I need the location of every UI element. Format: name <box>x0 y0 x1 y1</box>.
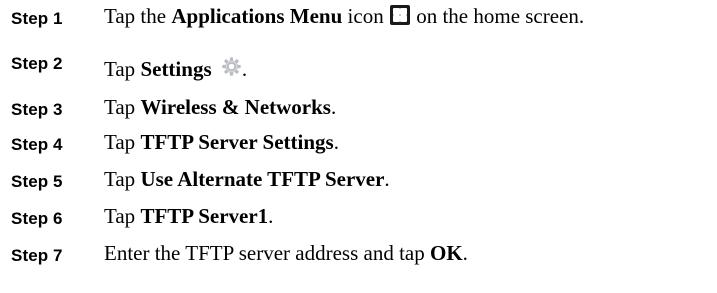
instruction-text: . <box>330 95 337 119</box>
step-instruction: Tap TFTP Server Settings. <box>104 130 339 155</box>
ui-element-name: Applications Menu <box>171 4 343 28</box>
step-row: Step 1 Tap the Applications Menu icon on … <box>0 4 717 45</box>
step-instruction: Tap the Applications Menu icon on the ho… <box>104 4 584 29</box>
step-label: Step 1 <box>11 9 63 28</box>
instruction-text: Enter the TFTP server address and tap <box>104 241 430 265</box>
step-instruction: Enter the TFTP server address and tap OK… <box>104 241 468 266</box>
instruction-text: . <box>384 167 390 191</box>
instruction-text: . <box>268 204 274 228</box>
step-label: Step 6 <box>11 209 63 228</box>
instruction-text: Tap <box>104 57 141 81</box>
step-label: Step 2 <box>11 54 63 73</box>
gear-icon <box>221 56 242 83</box>
instruction-text: Tap <box>104 95 141 119</box>
step-label: Step 3 <box>11 100 63 119</box>
step-label: Step 4 <box>11 135 63 154</box>
step-instruction: Tap Use Alternate TFTP Server. <box>104 167 390 192</box>
instruction-text: . <box>462 241 468 265</box>
instruction-text: . <box>333 130 339 154</box>
instruction-text <box>212 57 217 81</box>
step-row: Step 2 Tap Settings . <box>0 54 717 90</box>
step-row: Step 7 Enter the TFTP server address and … <box>0 241 717 282</box>
instruction-text: Tap <box>104 130 141 154</box>
ui-element-name: Settings <box>140 57 212 81</box>
step-instruction: Tap TFTP Server1. <box>104 204 273 229</box>
instruction-text: icon <box>342 4 389 28</box>
ui-element-name: Use Alternate TFTP Server <box>140 167 385 191</box>
ui-element-name: OK <box>430 241 463 265</box>
instruction-text: . <box>241 57 248 81</box>
ui-element-name: TFTP Server Settings <box>140 130 334 154</box>
step-label: Step 7 <box>11 246 63 265</box>
step-row: Step 4 Tap TFTP Server Settings. <box>0 130 717 171</box>
applications-menu-icon <box>389 5 410 25</box>
instruction-text: Tap the <box>104 4 172 28</box>
step-row: Step 5 Tap Use Alternate TFTP Server. <box>0 167 717 208</box>
instruction-text: Tap <box>104 167 141 191</box>
instruction-text: Tap <box>104 204 141 228</box>
ui-element-name: Wireless & Networks <box>140 95 331 119</box>
ui-element-name: TFTP Server1 <box>140 204 269 228</box>
step-row: Step 6 Tap TFTP Server1. <box>0 204 717 245</box>
step-label: Step 5 <box>11 172 63 191</box>
step-instruction: Tap Wireless & Networks. <box>104 95 336 120</box>
instruction-text: on the home screen. <box>410 4 585 28</box>
step-instruction: Tap Settings . <box>104 56 247 83</box>
